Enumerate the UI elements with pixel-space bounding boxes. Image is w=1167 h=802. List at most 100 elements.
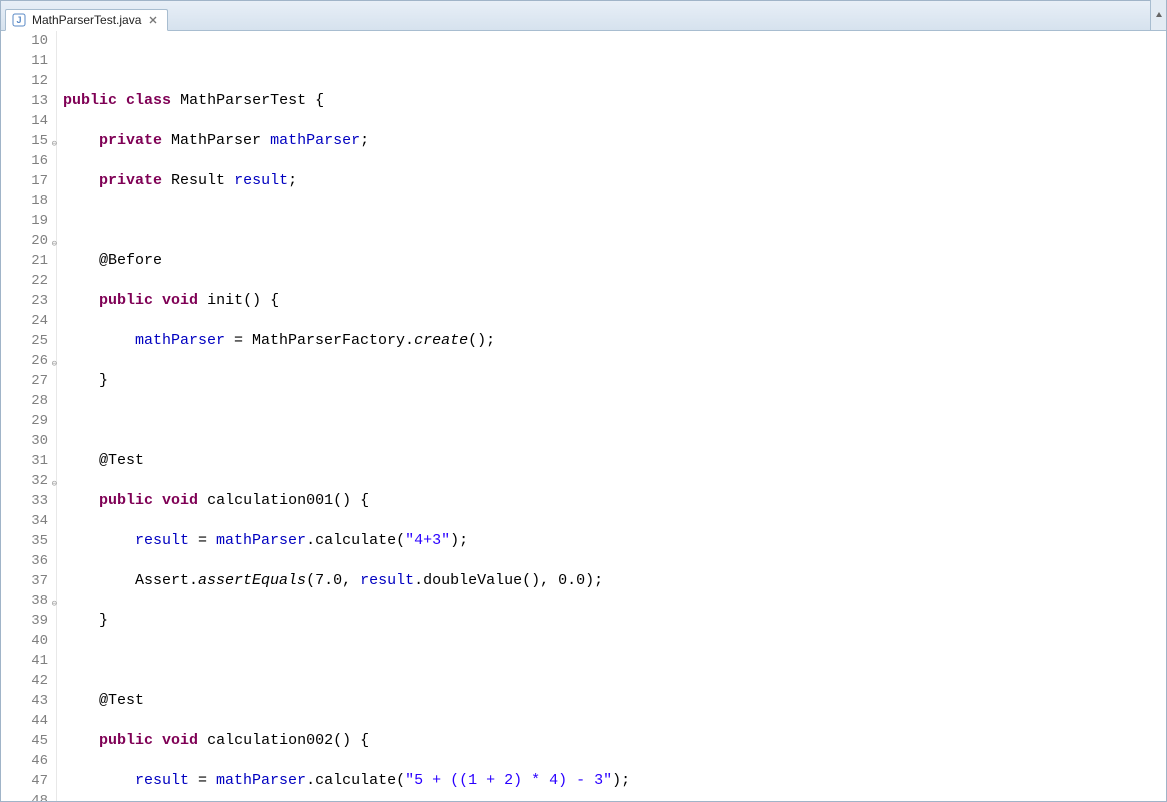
line-number: 26⊖ [1,351,56,371]
line-number: 20⊖ [1,231,56,251]
field-name: result [234,172,288,189]
file-tab[interactable]: J MathParserTest.java [5,9,168,31]
line-number: 45 [1,731,56,751]
field-name: mathParser [270,132,360,149]
gutter-annotation-icon: ⊖ [49,134,57,142]
kw-void: void [162,292,198,309]
line-number: 25 [1,331,56,351]
txt: = [189,772,216,789]
txt: Assert. [135,572,198,589]
txt: (7.0, [306,572,360,589]
line-number: 33 [1,491,56,511]
line-number: 13 [1,91,56,111]
kw-void: void [162,732,198,749]
line-number: 21 [1,251,56,271]
kw-public: public [99,732,153,749]
line-number: 43 [1,691,56,711]
scroll-up-icon[interactable] [1150,0,1166,30]
line-number: 17 [1,171,56,191]
txt: = [189,532,216,549]
line-number: 19 [1,211,56,231]
class-name: MathParserTest [180,92,306,109]
annotation-before: @Before [99,252,162,269]
close-brace: } [99,372,108,389]
line-number: 16 [1,151,56,171]
sig-rest: () { [333,492,369,509]
kw-void: void [162,492,198,509]
line-number: 11 [1,51,56,71]
code-editor[interactable]: 101112131415⊖1617181920⊖212223242526⊖272… [1,31,1166,801]
line-number: 12 [1,71,56,91]
kw-private: private [99,132,162,149]
method-name: calculation001 [207,492,333,509]
txt: .calculate( [306,532,405,549]
line-number: 23 [1,291,56,311]
type: Result [171,172,234,189]
line-number: 15⊖ [1,131,56,151]
code-area[interactable]: public class MathParserTest { private Ma… [57,31,1166,801]
gutter-annotation-icon: ⊖ [49,594,57,602]
kw-class: class [126,92,171,109]
open-brace: { [306,92,324,109]
annotation-test: @Test [99,452,144,469]
kw-public: public [63,92,117,109]
method-name: init [207,292,243,309]
method-name: calculation002 [207,732,333,749]
sig-rest: () { [333,732,369,749]
java-file-icon: J [12,13,26,27]
line-number: 28 [1,391,56,411]
line-number: 40 [1,631,56,651]
field-ref: result [360,572,414,589]
field-ref: mathParser [216,772,306,789]
line-number: 36 [1,551,56,571]
txt: .doubleValue(), 0.0); [414,572,603,589]
type: MathParser [171,132,270,149]
annotation-test: @Test [99,692,144,709]
line-number: 34 [1,511,56,531]
sig-rest: () { [243,292,279,309]
static-call: create [414,332,468,349]
field-ref: mathParser [216,532,306,549]
line-number: 29 [1,411,56,431]
line-number: 32⊖ [1,471,56,491]
semi: ; [360,132,369,149]
line-number: 37 [1,571,56,591]
txt: (); [468,332,495,349]
line-number: 35 [1,531,56,551]
line-number: 30 [1,431,56,451]
line-number: 14 [1,111,56,131]
txt: .calculate( [306,772,405,789]
kw-public: public [99,492,153,509]
string-literal: "4+3" [405,532,450,549]
field-ref: result [135,772,189,789]
line-number: 22 [1,271,56,291]
line-number: 18 [1,191,56,211]
svg-text:J: J [16,15,21,25]
line-number: 27 [1,371,56,391]
line-number: 41 [1,651,56,671]
kw-private: private [99,172,162,189]
tab-filename: MathParserTest.java [32,13,141,27]
line-number: 47 [1,771,56,791]
string-literal: "5 + ((1 + 2) * 4) - 3" [405,772,612,789]
field-ref: mathParser [135,332,225,349]
kw-public: public [99,292,153,309]
line-number-gutter: 101112131415⊖1617181920⊖212223242526⊖272… [1,31,57,801]
semi: ; [288,172,297,189]
tab-bar: J MathParserTest.java [1,1,1166,31]
txt: = MathParserFactory. [225,332,414,349]
txt: ); [612,772,630,789]
line-number: 39 [1,611,56,631]
line-number: 24 [1,311,56,331]
gutter-annotation-icon: ⊖ [49,474,57,482]
close-brace: } [99,612,108,629]
gutter-annotation-icon: ⊖ [49,354,57,362]
close-tab-icon[interactable] [147,14,159,26]
line-number: 38⊖ [1,591,56,611]
txt: ); [450,532,468,549]
field-ref: result [135,532,189,549]
line-number: 46 [1,751,56,771]
static-call: assertEquals [198,572,306,589]
line-number: 10 [1,31,56,51]
line-number: 48 [1,791,56,801]
